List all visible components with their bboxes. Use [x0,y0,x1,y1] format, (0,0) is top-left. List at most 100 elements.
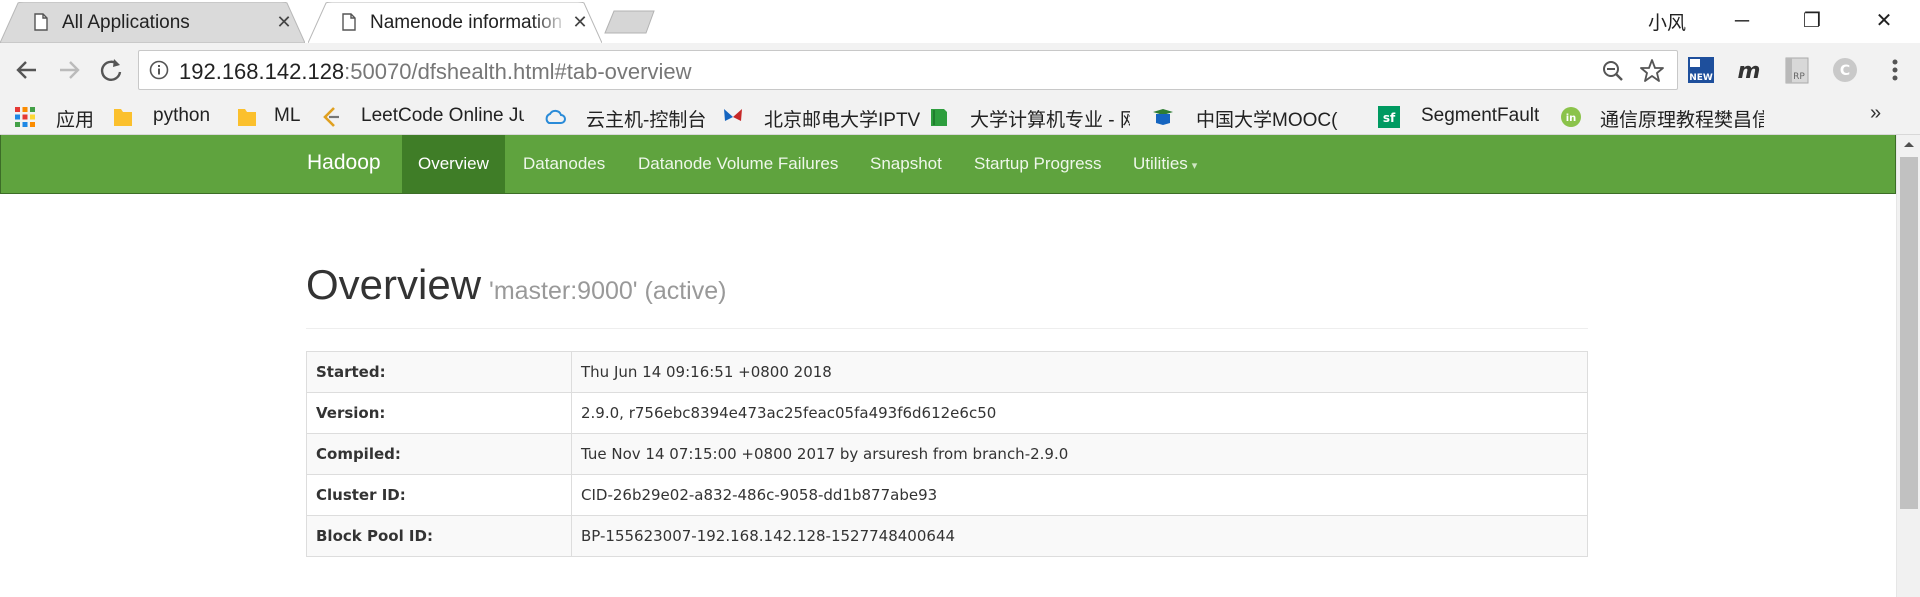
minimize-button[interactable]: ─ [1722,6,1762,36]
folder-icon [238,109,256,126]
bookmark-label: 大学计算机专业 - 网 [970,110,1130,131]
extension-new-label: NEW [1689,73,1713,83]
row-value-started: Thu Jun 14 09:16:51 +0800 2018 [571,351,1588,393]
info-icon[interactable] [149,60,169,80]
zoom-out-icon[interactable] [1602,60,1624,82]
extension-new-icon[interactable]: NEW [1686,55,1716,85]
page-title: Overview'master:9000' (active) [306,261,726,309]
nav-startup-progress[interactable]: Startup Progress [974,135,1102,193]
row-value-compiled: Tue Nov 14 07:15:00 +0800 2017 by arsure… [571,433,1588,475]
restore-button[interactable]: ❐ [1792,6,1832,36]
row-value-cluster-id: CID-26b29e02-a832-486c-9058-dd1b877abe93 [571,474,1588,516]
svg-text:in: in [1566,113,1577,124]
bookmark-apps[interactable]: 应用 [14,102,95,131]
mooc-icon [1153,109,1173,125]
book-icon [931,109,947,126]
bookmark-label: 应用 [56,110,95,131]
scrollbar-thumb[interactable] [1900,157,1918,509]
hadoop-brand[interactable]: Hadoop [307,151,381,175]
cloud-icon [545,109,566,124]
bookmark-python[interactable]: python [112,102,222,130]
row-label-compiled: Compiled: [306,433,572,475]
url-host: 192.168.142.128 [179,59,345,84]
bookmark-label: ML [274,105,301,126]
browser-toolbar: 192.168.142.128:50070/dfshealth.html#tab… [0,43,1920,98]
extension-rp-icon[interactable]: RP [1782,55,1812,85]
svg-text:sf: sf [1383,111,1396,125]
bookmark-cs-major[interactable]: 大学计算机专业 - 网 [928,102,1134,131]
bookmark-ml[interactable]: ML [236,102,306,130]
arrow-left-icon[interactable] [12,55,42,85]
bookmark-label: python [153,105,211,126]
bookmark-cloud-console[interactable]: 云主机-控制台 [544,102,714,131]
row-value-block-pool-id: BP-155623007-192.168.142.128-15277484006… [571,515,1588,557]
nav-datanode-volume-failures[interactable]: Datanode Volume Failures [638,135,838,193]
page-icon [34,13,48,31]
star-icon[interactable] [1639,58,1665,84]
nav-snapshot[interactable]: Snapshot [870,135,942,193]
hadoop-navbar: Hadoop Overview Datanodes Datanode Volum… [0,135,1896,194]
nav-utilities-dropdown[interactable]: Utilities ▾ [1133,135,1197,193]
bookmark-label: 北京邮电大学IPTV [764,110,921,131]
extension-rp-label: RP [1793,72,1805,82]
bookmark-telecom-principles[interactable]: in 通信原理教程樊昌信 [1560,102,1766,131]
new-tab-button[interactable] [604,10,656,34]
page-title-text: Overview [306,261,482,308]
butterfly-icon [724,109,742,121]
chevron-down-icon: ▾ [1191,160,1198,172]
green-badge-icon: in [1561,107,1581,127]
bookmark-mooc[interactable]: 中国大学MOOC(慕课 [1152,102,1340,131]
tab-all-applications[interactable]: All Applications ✕ [0,2,305,43]
table-row: Cluster ID: CID-26b29e02-a832-486c-9058-… [306,474,1588,516]
bookmark-bupt-iptv[interactable]: 北京邮电大学IPTV [722,102,920,131]
close-icon[interactable]: ✕ [570,12,590,32]
extension-m-label: m [1738,59,1761,84]
bookmark-leetcode[interactable]: LeetCode Online Ju [320,102,524,130]
table-row: Started: Thu Jun 14 09:16:51 +0800 2018 [306,351,1588,393]
row-label-cluster-id: Cluster ID: [306,474,572,516]
profile-name[interactable]: 小风 [1648,8,1686,35]
address-bar[interactable]: 192.168.142.128:50070/dfshealth.html#tab… [138,50,1678,90]
bookmarks-overflow-button[interactable]: » [1870,102,1881,125]
nav-overview[interactable]: Overview [402,135,505,193]
extension-c-label: C [1840,63,1850,79]
kebab-menu-icon[interactable] [1880,55,1910,85]
row-label-block-pool-id: Block Pool ID: [306,515,572,557]
extension-c-icon[interactable]: C [1830,55,1860,85]
bookmark-label: LeetCode Online Ju [361,105,524,126]
nav-utilities-label: Utilities [1133,154,1188,173]
bookmark-label: 通信原理教程樊昌信 [1600,110,1764,131]
tab-namenode-information[interactable]: Namenode information ✕ [308,2,602,43]
url-text[interactable]: 192.168.142.128:50070/dfshealth.html#tab… [179,59,692,85]
bookmark-label: SegmentFault [1421,105,1540,126]
page-icon [342,13,356,31]
vertical-scrollbar[interactable] [1896,135,1920,597]
bookmark-segmentfault[interactable]: sf SegmentFault [1378,102,1548,130]
tab-strip: All Applications ✕ Namenode information … [0,0,1920,43]
overview-table: Started: Thu Jun 14 09:16:51 +0800 2018 … [306,351,1588,557]
bookmarks-bar: 应用 python ML LeetCode Online Ju 云主机-控制台 … [0,98,1920,135]
sf-icon: sf [1378,106,1400,128]
folder-icon [114,109,132,126]
table-row: Block Pool ID: BP-155623007-192.168.142.… [306,515,1588,557]
row-value-version: 2.9.0, r756ebc8394e473ac25feac05fa493f6d… [571,392,1588,434]
extension-m-icon[interactable]: m [1734,55,1764,85]
reload-icon[interactable] [96,55,126,85]
tab-title: Namenode information [370,12,563,33]
scroll-up-icon[interactable] [1902,139,1916,149]
close-window-button[interactable]: ✕ [1864,6,1904,36]
row-label-version: Version: [306,392,572,434]
apps-grid-icon [15,107,35,127]
close-icon[interactable]: ✕ [274,12,294,32]
leetcode-icon [323,107,339,127]
table-row: Compiled: Tue Nov 14 07:15:00 +0800 2017… [306,433,1588,475]
nav-datanodes[interactable]: Datanodes [523,135,605,193]
bookmark-label: 云主机-控制台 [586,110,707,131]
tab-title: All Applications [62,12,190,33]
page-viewport: Hadoop Overview Datanodes Datanode Volum… [0,135,1920,597]
arrow-right-icon[interactable] [54,55,84,85]
table-row: Version: 2.9.0, r756ebc8394e473ac25feac0… [306,392,1588,434]
title-divider [306,328,1588,329]
url-path: :50070/dfshealth.html#tab-overview [344,59,692,84]
row-label-started: Started: [306,351,572,393]
